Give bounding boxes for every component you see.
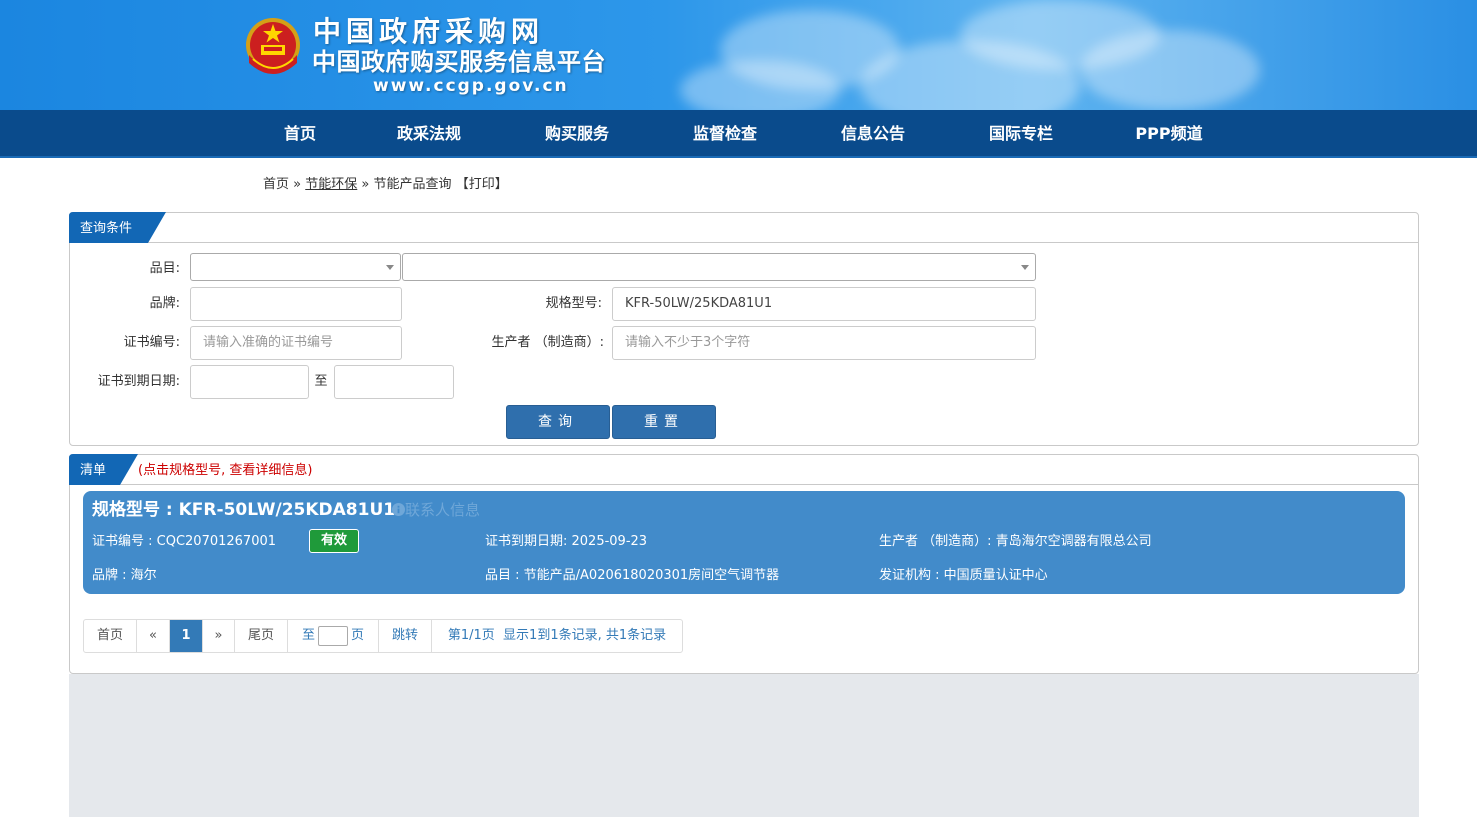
- cert-number: 证书编号 : CQC20701267001: [92, 534, 277, 549]
- category-select-secondary[interactable]: [402, 253, 1036, 281]
- list-hint: (点击规格型号, 查看详细信息): [138, 463, 313, 478]
- chevron-down-icon: [1021, 265, 1029, 270]
- pagination-goto: 至页: [288, 620, 379, 652]
- brand: 品牌 : 海尔: [92, 568, 157, 583]
- breadcrumb-separator: »: [293, 177, 302, 192]
- manufacturer-label: 生产者 （制造商）:: [491, 335, 604, 350]
- pagination-summary: 第1/1页 显示1到1条记录, 共1条记录: [447, 628, 667, 643]
- cert-number-input[interactable]: 请输入准确的证书编号: [190, 326, 402, 360]
- brand-label: 品牌:: [149, 296, 180, 311]
- print-link[interactable]: 【打印】: [456, 177, 508, 192]
- site-header: 中国政府采购网 中国政府购买服务信息平台 www.ccgp.gov.cn: [0, 0, 1477, 110]
- result-card: 规格型号 : KFR-50LW/25KDA81U1 联系人信息 证书编号 : C…: [83, 491, 1405, 594]
- query-panel-title: 查询条件: [80, 221, 133, 236]
- status-badge: 有效: [309, 529, 359, 553]
- list-panel-title: 清单: [80, 463, 107, 478]
- expiry-date-from-input[interactable]: [190, 365, 309, 399]
- breadcrumb-separator: »: [361, 177, 370, 192]
- goto-suffix: 页: [351, 628, 365, 643]
- site-subtitle: 中国政府购买服务信息平台: [312, 48, 606, 76]
- content-background: [69, 674, 1419, 817]
- nav-item-regulations[interactable]: 政采法规: [386, 110, 472, 158]
- nav-item-international[interactable]: 国际专栏: [978, 110, 1064, 158]
- category: 品目 : 节能产品/A020618020301房间空气调节器: [485, 568, 780, 583]
- brand-input[interactable]: [190, 287, 402, 321]
- expiry-date: 证书到期日期: 2025-09-23: [485, 534, 648, 549]
- chevron-down-icon: [386, 265, 394, 270]
- contact-info-label: 联系人信息: [405, 501, 481, 519]
- goto-page-input[interactable]: [318, 625, 348, 646]
- contact-info-link[interactable]: 联系人信息: [392, 499, 480, 521]
- model-label: 规格型号:: [545, 296, 602, 311]
- nav-item-announcements[interactable]: 信息公告: [830, 110, 916, 158]
- pagination-current-page[interactable]: 1: [170, 620, 203, 652]
- nav-item-purchase-services[interactable]: 购买服务: [534, 110, 620, 158]
- reset-button[interactable]: 重置: [612, 405, 716, 439]
- pagination-jump-button[interactable]: 跳转: [379, 620, 432, 652]
- breadcrumb-current: 节能产品查询: [373, 177, 452, 192]
- national-emblem-icon: [246, 18, 300, 74]
- list-panel-header: 清单 (点击规格型号, 查看详细信息): [69, 454, 1418, 485]
- cert-number-label: 证书编号:: [123, 335, 180, 350]
- date-range-separator: 至: [314, 374, 328, 389]
- pagination-next[interactable]: »: [203, 620, 235, 652]
- query-panel: 查询条件 品目: 品牌: 规格型号: KFR-50LW/25KDA81U1 证书…: [69, 212, 1419, 446]
- nav-item-supervision[interactable]: 监督检查: [682, 110, 768, 158]
- pagination-prev[interactable]: «: [137, 620, 170, 652]
- search-button[interactable]: 查询: [506, 405, 610, 439]
- expiry-date-to-input[interactable]: [334, 365, 454, 399]
- expiry-date-label: 证书到期日期:: [97, 374, 180, 389]
- nav-item-home[interactable]: 首页: [262, 110, 338, 158]
- site-title: 中国政府采购网: [313, 15, 545, 48]
- main-nav: 首页 政采法规 购买服务 监督检查 信息公告 国际专栏 PPP频道: [0, 110, 1477, 158]
- query-panel-header: 查询条件: [69, 212, 1418, 243]
- manufacturer-input[interactable]: 请输入不少于3个字符: [612, 326, 1036, 360]
- category-select-primary[interactable]: [190, 253, 401, 281]
- model-title-link[interactable]: 规格型号 : KFR-50LW/25KDA81U1: [92, 499, 395, 521]
- pagination-last[interactable]: 尾页: [235, 620, 288, 652]
- pagination: 首页 « 1 » 尾页 至页 跳转 第1/1页 显示1到1条记录, 共1条记录: [83, 619, 683, 653]
- info-icon: [392, 503, 405, 516]
- site-url: www.ccgp.gov.cn: [373, 76, 569, 96]
- nav-item-ppp[interactable]: PPP频道: [1126, 110, 1212, 158]
- breadcrumb: 首页 » 节能环保 » 节能产品查询 【打印】: [263, 176, 508, 194]
- model-input[interactable]: KFR-50LW/25KDA81U1: [612, 287, 1036, 321]
- issuer: 发证机构 : 中国质量认证中心: [879, 568, 1048, 583]
- breadcrumb-section[interactable]: 节能环保: [305, 177, 357, 192]
- breadcrumb-home[interactable]: 首页: [263, 177, 289, 192]
- category-label: 品目:: [149, 261, 180, 276]
- goto-prefix: 至: [301, 628, 315, 643]
- pagination-first[interactable]: 首页: [84, 620, 137, 652]
- cloud-decoration: [1080, 30, 1260, 110]
- manufacturer: 生产者 （制造商）: 青岛海尔空调器有限总公司: [879, 534, 1152, 549]
